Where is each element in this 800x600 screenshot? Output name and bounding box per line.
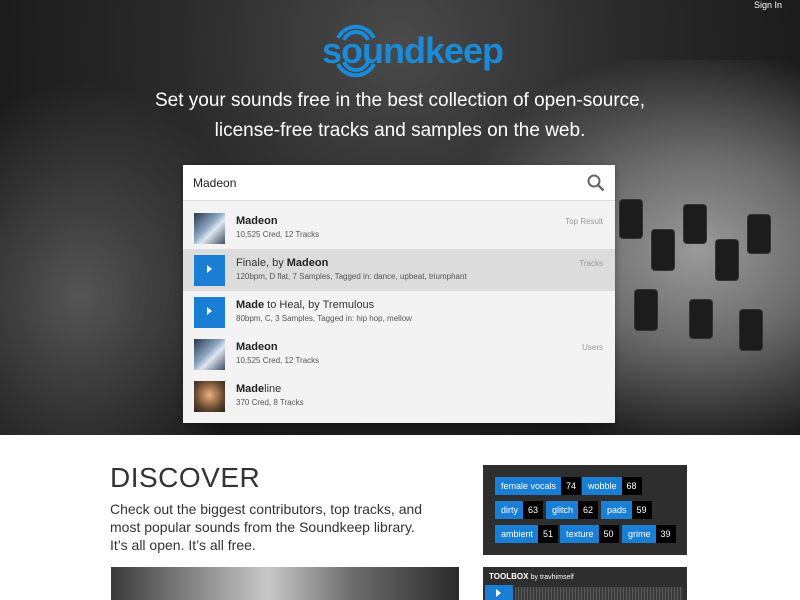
tag-count: 59 xyxy=(631,501,652,519)
user-avatar xyxy=(194,339,225,370)
result-category: Tracks xyxy=(579,259,603,268)
mixer-knob xyxy=(716,240,738,280)
user-avatar xyxy=(194,213,225,244)
search-result-track[interactable]: Made to Heal, by Tremulous 80bpm, C, 3 S… xyxy=(183,291,615,333)
tag-count: 51 xyxy=(538,525,559,543)
mixer-knob xyxy=(652,230,674,270)
toolbox-widget: TOOLBOX by travhimself xyxy=(483,567,687,600)
tag-count: 74 xyxy=(561,477,582,495)
mixer-knob xyxy=(684,205,706,243)
tagline-line-2: license-free tracks and samples on the w… xyxy=(214,120,586,141)
tag-glitch[interactable]: glitch 62 xyxy=(546,501,599,519)
discover-heading: DISCOVER xyxy=(110,462,261,493)
discover-text-line: most popular sounds from the Soundkeep l… xyxy=(110,519,415,535)
result-subtitle: 10,525 Cred, 12 Tracks xyxy=(236,230,320,239)
result-title: Madeon xyxy=(236,341,278,353)
user-avatar xyxy=(194,381,225,412)
search-result-track[interactable]: Finale, by Madeon 120bpm, D flat, 7 Samp… xyxy=(183,249,615,291)
mixer-knob xyxy=(740,310,762,350)
search-result-user[interactable]: Madeon 10,525 Cred, 12 Tracks Top Result xyxy=(183,207,615,249)
tag-pads[interactable]: pads 59 xyxy=(601,501,652,519)
search-panel: Madeon 10,525 Cred, 12 Tracks Top Result… xyxy=(183,165,615,423)
play-icon[interactable] xyxy=(194,297,225,328)
featured-photo[interactable] xyxy=(111,567,459,600)
tag-count: 39 xyxy=(655,525,676,543)
tagline-line-1: Set your sounds free in the best collect… xyxy=(154,90,646,111)
tag-count: 62 xyxy=(578,501,599,519)
tag-female-vocals[interactable]: female vocals 74 xyxy=(495,477,582,495)
toolbox-author: by travhimself xyxy=(530,574,574,581)
tag-dirty[interactable]: dirty 63 xyxy=(495,501,544,519)
sign-in-link[interactable]: Sign In xyxy=(754,0,782,10)
result-title: Finale, by Madeon xyxy=(236,257,329,269)
hero-banner: Sign In soundkeep Set your sounds free i… xyxy=(0,0,800,435)
tag-count: 68 xyxy=(621,477,642,495)
tag-count: 50 xyxy=(598,525,619,543)
play-icon[interactable] xyxy=(194,255,225,286)
result-category: Users xyxy=(582,343,603,352)
mixer-knob xyxy=(690,300,712,338)
result-title: Made to Heal, by Tremulous xyxy=(236,299,375,311)
logo-text: soundkeep xyxy=(322,30,504,71)
result-title: Madeline xyxy=(236,383,282,395)
tag-texture[interactable]: texture 50 xyxy=(560,525,619,543)
search-icon[interactable] xyxy=(587,174,605,192)
result-subtitle: 370 Cred, 8 Tracks xyxy=(236,398,304,407)
search-result-user[interactable]: Madeline 370 Cred, 8 Tracks xyxy=(183,375,615,417)
play-icon[interactable] xyxy=(485,585,513,600)
result-category: Top Result xyxy=(565,217,603,226)
result-subtitle: 10,525 Cred, 12 Tracks xyxy=(236,356,320,365)
mixer-knob xyxy=(620,200,642,238)
discover-description: Check out the biggest contributors, top … xyxy=(110,500,450,554)
result-title: Madeon xyxy=(236,215,278,227)
search-result-user[interactable]: Madeon 10,525 Cred, 12 Tracks Users xyxy=(183,333,615,375)
tag-cloud: female vocals 74 wobble 68 dirty 63 glitch 6… xyxy=(483,465,687,555)
tag-count: 63 xyxy=(523,501,544,519)
search-input[interactable] xyxy=(193,173,573,193)
result-subtitle: 120bpm, D flat, 7 Samples, Tagged in: da… xyxy=(236,272,467,281)
waveform[interactable] xyxy=(515,587,683,600)
soundkeep-logo[interactable]: soundkeep xyxy=(322,18,504,80)
mixer-knob xyxy=(635,290,657,330)
discover-text-line: Check out the biggest contributors, top … xyxy=(110,501,423,517)
discover-text-line: It’s all open. It’s all free. xyxy=(110,537,256,553)
tag-wobble[interactable]: wobble 68 xyxy=(582,477,642,495)
tag-ambient[interactable]: ambient 51 xyxy=(495,525,559,543)
result-subtitle: 80bpm, C, 3 Samples, Tagged in: hip hop,… xyxy=(236,314,412,323)
toolbox-title: TOOLBOX by travhimself xyxy=(489,572,574,581)
tag-grime[interactable]: grime 39 xyxy=(622,525,676,543)
mixer-knob xyxy=(748,215,770,253)
search-bar xyxy=(183,165,615,201)
